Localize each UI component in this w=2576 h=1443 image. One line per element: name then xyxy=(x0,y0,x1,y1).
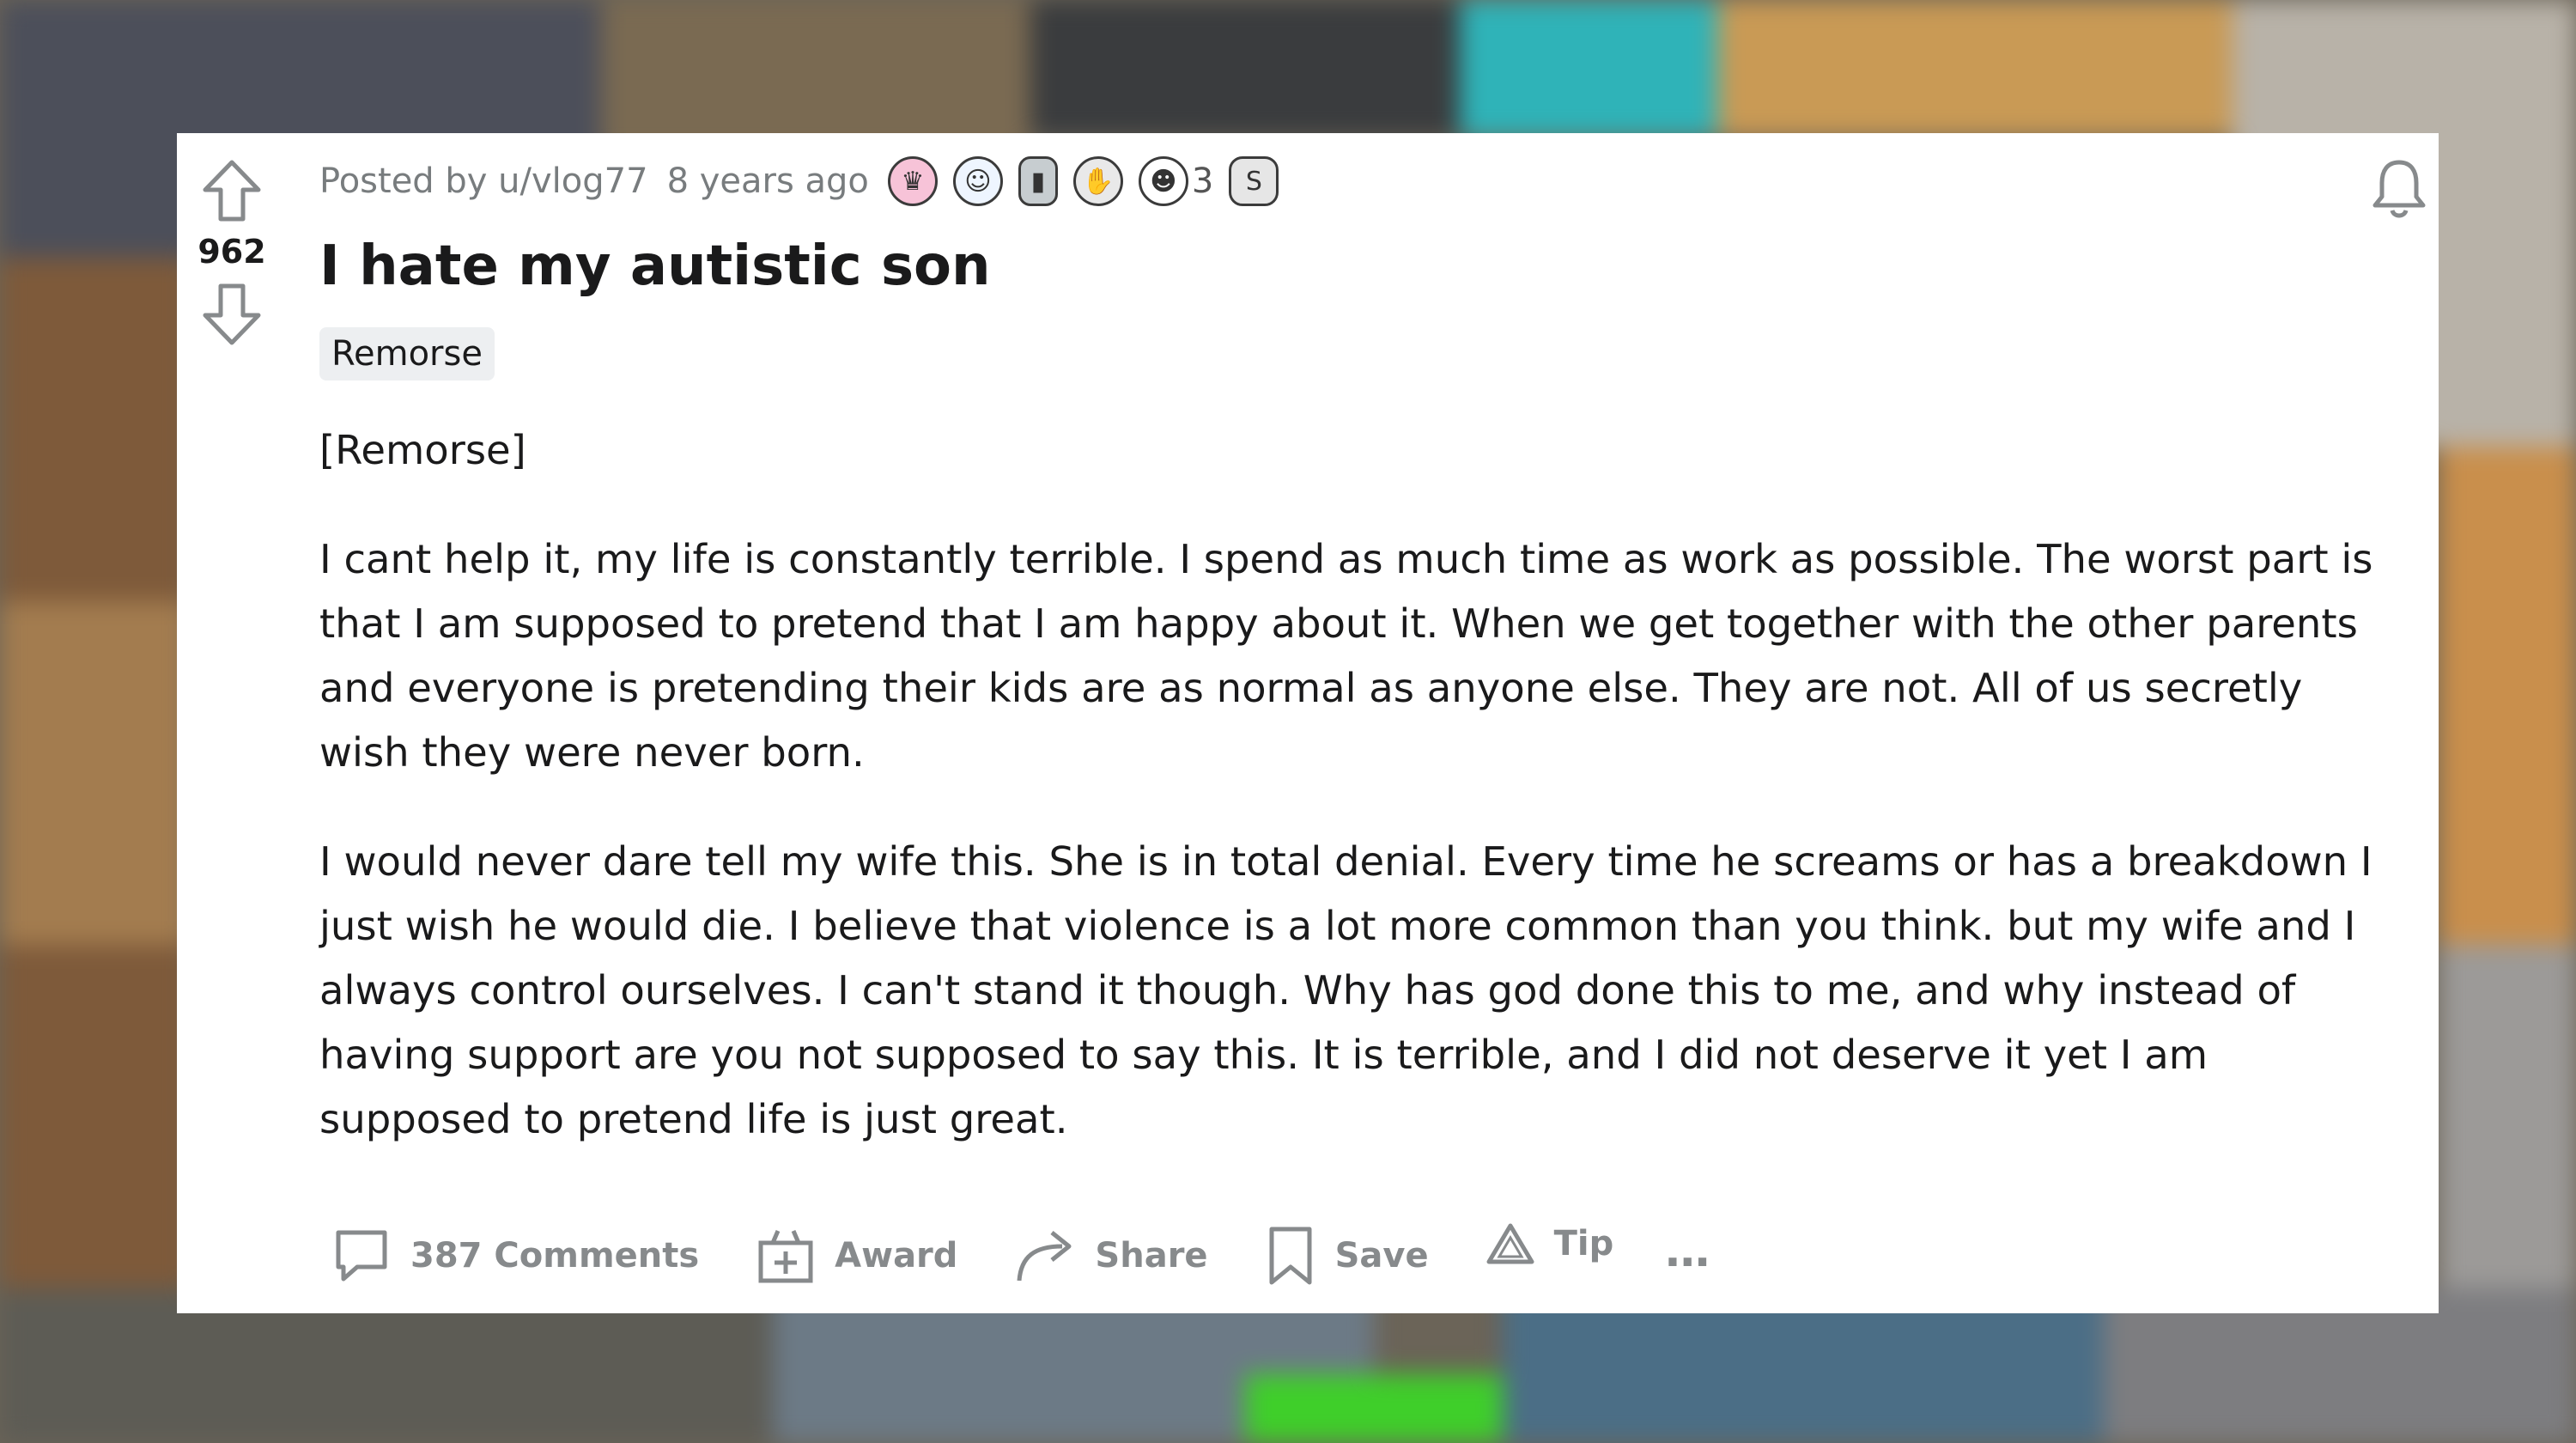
share-label: Share xyxy=(1095,1236,1208,1276)
award-button[interactable]: Award xyxy=(756,1226,957,1286)
save-button[interactable]: Save xyxy=(1265,1224,1429,1288)
moai-award-icon[interactable]: ▮ xyxy=(1018,156,1058,206)
gift-box-icon xyxy=(758,1230,813,1283)
awards-list[interactable]: ♛ ☺ ▮ ✋ ☻ 3 S xyxy=(887,156,1279,206)
handshake-award-icon[interactable]: ✋ xyxy=(1072,156,1123,206)
queen-award-icon[interactable]: ♛ xyxy=(887,156,938,206)
notification-bell-icon[interactable] xyxy=(2368,157,2430,221)
tip-label: Tip xyxy=(1553,1224,1614,1263)
tip-triangle-icon xyxy=(1486,1223,1534,1264)
vote-column: 962 xyxy=(177,133,287,346)
share-arrow-icon xyxy=(1017,1231,1072,1282)
post-title[interactable]: I hate my autistic son xyxy=(319,228,2387,305)
post-card: 962 Posted by u/vlog77 8 years ago ♛ ☺ ▮… xyxy=(177,133,2439,1313)
downvote-icon[interactable] xyxy=(202,283,262,346)
post-meta: Posted by u/vlog77 8 years ago ♛ ☺ ▮ ✋ ☻… xyxy=(319,130,2387,233)
vote-score: 962 xyxy=(197,233,266,271)
award-label: Award xyxy=(835,1236,958,1276)
post-flair[interactable]: Remorse xyxy=(319,327,495,381)
body-paragraph: I would never dare tell my wife this. Sh… xyxy=(319,838,2372,1142)
post-body: [Remorse] I cant help it, my life is con… xyxy=(319,418,2380,1152)
share-button[interactable]: Share xyxy=(1014,1226,1208,1286)
post-age[interactable]: 8 years ago xyxy=(667,161,869,201)
comments-button[interactable]: 387 Comments xyxy=(331,1226,699,1286)
posted-by-link[interactable]: Posted by u/vlog77 xyxy=(319,161,648,201)
comments-label: 387 Comments xyxy=(410,1236,700,1276)
tip-button[interactable]: Tip xyxy=(1485,1222,1614,1265)
body-paragraph: [Remorse] xyxy=(319,427,526,473)
post-content: Posted by u/vlog77 8 years ago ♛ ☺ ▮ ✋ ☻… xyxy=(319,133,2387,1196)
laughing-face-award-icon[interactable]: ☻ xyxy=(1138,156,1188,206)
save-label: Save xyxy=(1334,1236,1429,1276)
body-paragraph: I cant help it, my life is constantly te… xyxy=(319,536,2373,776)
post-actions-bar: 387 Comments Award Share Save Tip … xyxy=(331,1222,1770,1288)
award-count: 3 xyxy=(1191,161,1214,201)
more-options-icon: … xyxy=(1665,1226,1714,1277)
bookmark-icon xyxy=(1269,1227,1312,1285)
silver-coin-award-icon[interactable]: S xyxy=(1229,156,1279,206)
comment-bubble-icon xyxy=(336,1230,387,1282)
more-options-button[interactable]: … xyxy=(1665,1226,1713,1277)
upvote-icon[interactable] xyxy=(202,159,262,222)
wholesome-face-award-icon[interactable]: ☺ xyxy=(952,156,1003,206)
